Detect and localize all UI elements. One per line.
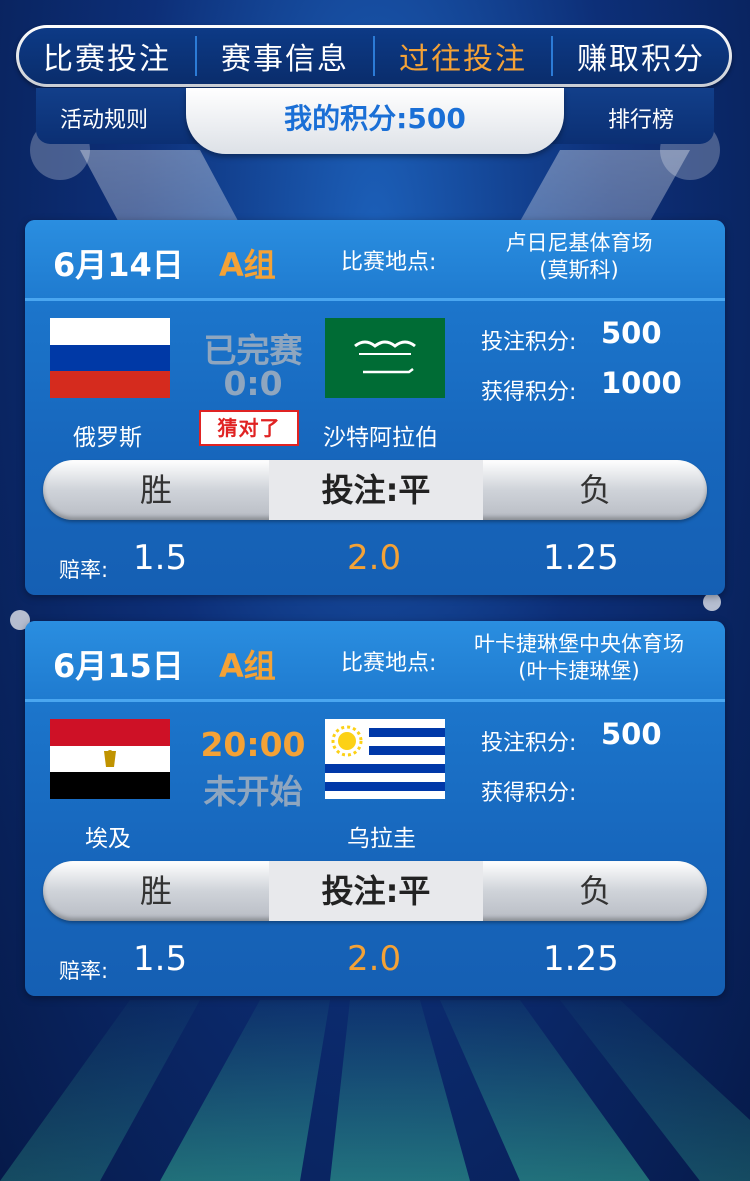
bet-options-bar: 胜 投注:平 负: [43, 460, 707, 520]
venue-name-line1: 叶卡捷琳堡中央体育场: [474, 632, 684, 656]
saudi-arabia-flag-icon: [325, 318, 445, 398]
match-time: 20:00: [200, 725, 306, 764]
egypt-flag-icon: [50, 719, 170, 799]
odds-lose: 1.25: [543, 939, 619, 979]
top-navigation: 比赛投注 赛事信息 过往投注 赚取积分: [16, 25, 732, 87]
match-card-header: 6月15日 A组 比赛地点: 叶卡捷琳堡中央体育场 (叶卡捷琳堡): [25, 621, 725, 702]
venue-label: 比赛地点:: [341, 651, 437, 676]
russia-flag-icon: [50, 318, 170, 398]
uruguay-flag-icon: [325, 719, 445, 799]
tab-past-bets[interactable]: 过往投注: [375, 34, 551, 78]
venue-name: 卢日尼基体育场 (莫斯科): [445, 230, 713, 284]
my-points: 我的积分:500: [186, 88, 564, 154]
match-status: 未开始: [203, 772, 303, 811]
away-team-name: 沙特阿拉伯: [323, 425, 438, 451]
venue-label: 比赛地点:: [341, 250, 437, 275]
match-date: 6月14日: [53, 246, 184, 284]
bet-points-value: 500: [601, 717, 662, 751]
venue-name-line2: (叶卡捷琳堡): [518, 659, 640, 683]
home-team-name: 埃及: [85, 826, 131, 852]
bet-lose-button[interactable]: 负: [483, 460, 707, 520]
bet-points-label: 投注积分:: [481, 330, 577, 355]
odds-label: 赔率:: [59, 959, 109, 983]
rules-link[interactable]: 活动规则: [60, 102, 148, 134]
tab-match-info[interactable]: 赛事信息: [197, 34, 373, 78]
tab-earn-points[interactable]: 赚取积分: [553, 34, 729, 78]
match-card-header: 6月14日 A组 比赛地点: 卢日尼基体育场 (莫斯科): [25, 220, 725, 301]
bet-lose-button[interactable]: 负: [483, 861, 707, 921]
odds-draw: 2.0: [347, 538, 402, 578]
leaderboard-link[interactable]: 排行榜: [608, 102, 674, 134]
venue-name-line2: (莫斯科): [539, 258, 619, 282]
venue-name-line1: 卢日尼基体育场: [505, 231, 653, 255]
earned-points-value: 1000: [601, 366, 682, 400]
bet-options-bar: 胜 投注:平 负: [43, 861, 707, 921]
bet-win-button[interactable]: 胜: [43, 460, 269, 520]
top-navigation-inner: 比赛投注 赛事信息 过往投注 赚取积分: [19, 28, 729, 84]
match-group: A组: [219, 246, 276, 284]
match-card: 6月15日 A组 比赛地点: 叶卡捷琳堡中央体育场 (叶卡捷琳堡) 埃及 20:…: [25, 621, 725, 996]
bet-points-value: 500: [601, 316, 662, 350]
match-group: A组: [219, 647, 276, 685]
bet-points-label: 投注积分:: [481, 731, 577, 756]
odds-lose: 1.25: [543, 538, 619, 578]
match-score: 0:0: [223, 364, 283, 403]
correct-guess-badge: 猜对了: [199, 410, 299, 446]
bet-win-button[interactable]: 胜: [43, 861, 269, 921]
earned-points-label: 获得积分:: [481, 380, 577, 405]
earned-points-label: 获得积分:: [481, 781, 577, 806]
match-card: 6月14日 A组 比赛地点: 卢日尼基体育场 (莫斯科) 俄罗斯 已完赛 0:0…: [25, 220, 725, 595]
bet-draw-button[interactable]: 投注:平: [269, 861, 483, 921]
odds-win: 1.5: [133, 538, 188, 578]
away-team-name: 乌拉圭: [347, 826, 416, 852]
venue-name: 叶卡捷琳堡中央体育场 (叶卡捷琳堡): [445, 631, 713, 685]
odds-win: 1.5: [133, 939, 188, 979]
odds-draw: 2.0: [347, 939, 402, 979]
odds-label: 赔率:: [59, 558, 109, 582]
tab-match-betting[interactable]: 比赛投注: [19, 34, 195, 78]
match-date: 6月15日: [53, 647, 184, 685]
home-team-name: 俄罗斯: [73, 425, 142, 451]
bet-draw-button[interactable]: 投注:平: [269, 460, 483, 520]
